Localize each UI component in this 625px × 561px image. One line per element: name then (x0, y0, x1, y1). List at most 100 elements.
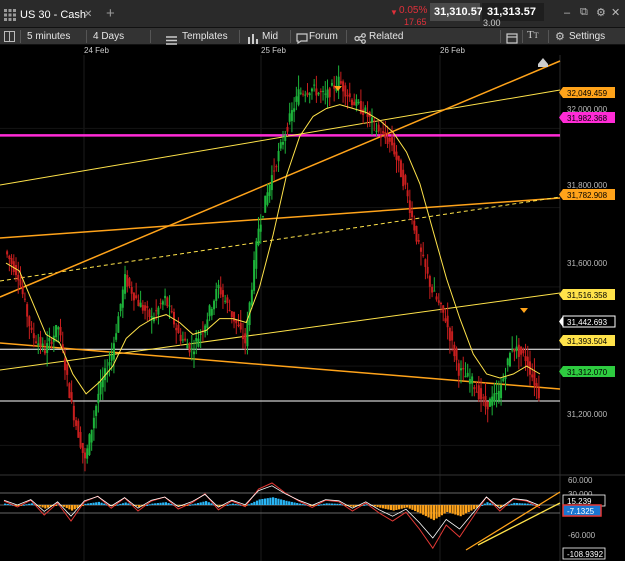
candle-body (88, 434, 91, 456)
price-type-button[interactable]: Mid (262, 28, 278, 45)
oscillator-histogram-bar (156, 503, 159, 505)
oscillator-histogram-bar (89, 503, 92, 505)
candle-body (297, 89, 300, 105)
oscillator-histogram-bar (298, 503, 301, 505)
oscillator-trendline[interactable] (477, 502, 561, 546)
sell-price-button[interactable]: 31,310.57 (430, 3, 483, 21)
oscillator-histogram-bar (159, 502, 162, 505)
candle-body (117, 316, 120, 333)
candle-body (455, 348, 458, 361)
oscillator-histogram-bar (30, 503, 33, 505)
candle-body (517, 344, 520, 357)
oscillator-histogram-bar (432, 505, 435, 521)
oscillator-histogram-bar (41, 505, 44, 508)
candle-body (531, 374, 534, 378)
toolbar-divider (290, 30, 291, 43)
oscillator-histogram-bar (188, 504, 192, 506)
date-label: 25 Feb (261, 46, 286, 55)
candle-body (402, 169, 405, 187)
settings-button[interactable]: Settings (569, 28, 605, 45)
templates-button[interactable]: Templates (182, 28, 228, 45)
candle-body (95, 406, 98, 416)
price-tick-label: 31,600.000 (567, 259, 608, 268)
oscillator-histogram-bar (127, 503, 130, 505)
candle-body (482, 397, 485, 399)
candle-body (342, 81, 345, 92)
window-settings-icon[interactable]: ⚙ (596, 6, 606, 19)
add-tab-icon[interactable]: + (106, 5, 115, 22)
candle-body (277, 151, 280, 162)
candle-body (233, 311, 236, 322)
candle-body (228, 310, 231, 312)
related-button[interactable]: Related (369, 28, 403, 45)
drawing-tool-icon[interactable] (538, 58, 548, 67)
settings-gear-icon: ⚙ (555, 31, 565, 43)
candle-body (433, 290, 436, 292)
interval-dropdown[interactable]: 5 minutes (27, 28, 70, 45)
candle-body (306, 92, 309, 95)
oscillator-histogram-bar (44, 505, 47, 509)
candle-body (253, 260, 256, 291)
templates-icon (166, 32, 177, 45)
candle-body (186, 345, 189, 349)
candle-body (391, 137, 394, 146)
oscillator-histogram-bar (387, 505, 390, 510)
candle-body (284, 135, 287, 141)
candle-body (63, 358, 66, 371)
app-grid-icon[interactable] (4, 8, 16, 21)
candle-body (17, 274, 20, 281)
candle-body (286, 126, 289, 132)
forum-button[interactable]: Forum (309, 28, 338, 45)
restore-icon[interactable]: ⧉ (580, 6, 588, 19)
window-close-icon[interactable]: ✕ (611, 6, 620, 19)
candle-body (508, 353, 511, 367)
oscillator-histogram-bar (92, 502, 95, 505)
screenshot-icon[interactable] (506, 31, 518, 44)
oscillator-histogram-bar (87, 503, 90, 505)
oscillator-histogram-bar (46, 505, 50, 508)
candle-body (15, 264, 18, 276)
oscillator-histogram-bar (263, 498, 267, 505)
oscillator-histogram-bar (381, 505, 385, 509)
candle-body (328, 88, 331, 98)
candle-body (317, 92, 320, 95)
candle-body (26, 304, 29, 317)
oscillator-histogram-bar (529, 504, 532, 506)
tab-close-icon[interactable]: ✕ (84, 9, 92, 20)
candle-body (75, 420, 78, 426)
oscillator-histogram-bar (258, 499, 261, 505)
oscillator-histogram-bar (84, 503, 87, 505)
oscillator-histogram-bar (456, 505, 460, 516)
oscillator-histogram-bar (247, 504, 251, 506)
candle-body (324, 93, 327, 95)
oscillator-histogram-bar (68, 505, 71, 510)
minimize-icon[interactable]: – (564, 7, 570, 19)
candle-body (357, 102, 360, 104)
layout-icon[interactable] (4, 31, 15, 42)
oscillator-histogram-bar (22, 504, 25, 506)
oscillator-histogram-bar (296, 503, 299, 505)
candle-body (386, 137, 389, 144)
candle-body (70, 392, 73, 402)
candle-body (500, 384, 503, 399)
candle-body (295, 96, 298, 102)
text-size-icon[interactable]: TT (527, 29, 539, 41)
candle-body (330, 82, 333, 86)
oscillator-histogram-bar (288, 501, 291, 505)
price-chart[interactable]: 24 Feb 25 Feb 26 Feb 32,000.00031,800.00… (0, 45, 625, 561)
oscillator-histogram-bar (451, 505, 454, 514)
oscillator-histogram-bar (518, 503, 521, 505)
related-icon (354, 31, 366, 44)
range-dropdown[interactable]: 4 Days (93, 28, 124, 45)
oscillator-histogram-bar (419, 505, 422, 514)
candle-body (28, 316, 31, 327)
candle-body (159, 303, 162, 305)
candle-body (422, 254, 425, 257)
candle-body (275, 166, 278, 168)
chart-tab[interactable]: US 30 - Cash ✕ (18, 4, 101, 26)
oscillator-histogram-bar (330, 503, 334, 505)
candle-body (215, 289, 218, 301)
candle-body (419, 247, 422, 252)
candle-body (322, 90, 325, 92)
oscillator-trendline[interactable] (465, 491, 561, 551)
